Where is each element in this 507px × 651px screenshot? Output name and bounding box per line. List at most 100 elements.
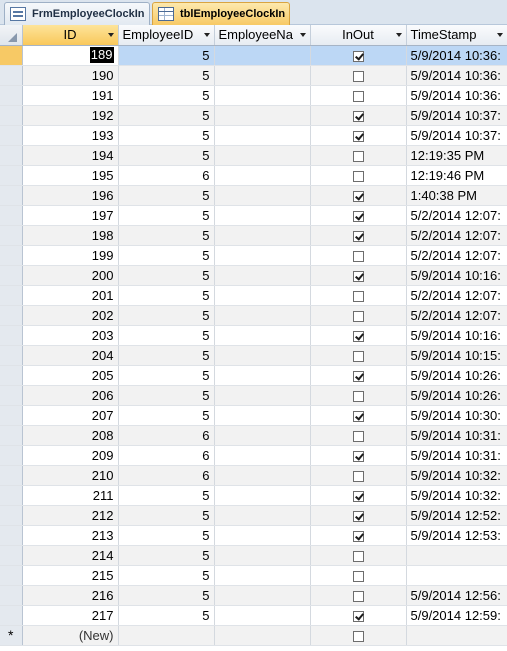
cell-employee-name[interactable] [214,285,311,306]
checkbox-unchecked[interactable] [352,310,364,322]
cell-employee-name[interactable] [214,385,311,406]
checkbox-unchecked[interactable] [352,430,364,442]
cell-id[interactable]: 207 [22,405,119,426]
cell-timestamp[interactable] [406,545,507,566]
cell-id[interactable]: 196 [22,185,119,206]
cell-employee-id[interactable]: 5 [118,305,215,326]
cell-timestamp[interactable]: 5/9/2014 12:56: [406,585,507,606]
cell-in-out[interactable] [310,505,407,526]
checkbox-unchecked[interactable] [352,290,364,302]
table-row[interactable]: 211 5 5/9/2014 10:32: [0,485,507,506]
cell-employee-id[interactable]: 5 [118,185,215,206]
cell-in-out[interactable] [310,205,407,226]
cell-id[interactable]: 193 [22,125,119,146]
checkbox-checked[interactable] [352,410,364,422]
record-selector[interactable] [0,285,23,306]
dropdown-arrow-icon[interactable] [496,33,503,37]
record-selector[interactable] [0,85,23,106]
cell-in-out[interactable] [310,65,407,86]
record-selector[interactable] [0,465,23,486]
record-selector[interactable] [0,145,23,166]
cell-in-out[interactable] [310,525,407,546]
cell-in-out[interactable] [310,605,407,626]
checkbox-unchecked[interactable] [352,630,364,642]
record-selector[interactable] [0,45,23,66]
cell-employee-id[interactable] [118,625,215,646]
record-selector[interactable] [0,485,23,506]
cell-timestamp[interactable]: 5/9/2014 10:37: [406,125,507,146]
record-selector[interactable] [0,445,23,466]
checkbox-checked[interactable] [352,110,364,122]
record-selector[interactable] [0,405,23,426]
cell-employee-name[interactable] [214,265,311,286]
cell-in-out[interactable] [310,585,407,606]
cell-employee-id[interactable]: 5 [118,105,215,126]
cell-timestamp[interactable]: 1:40:38 PM [406,185,507,206]
tab-tbl-employee-clock-in[interactable]: tblEmployeeClockIn [152,2,290,25]
table-row[interactable]: 192 5 5/9/2014 10:37: [0,105,507,126]
cell-in-out[interactable] [310,285,407,306]
cell-employee-name[interactable] [214,565,311,586]
cell-timestamp[interactable]: 5/9/2014 10:32: [406,465,507,486]
cell-id[interactable]: 192 [22,105,119,126]
cell-timestamp[interactable]: 5/2/2014 12:07: [406,205,507,226]
cell-employee-id[interactable]: 5 [118,85,215,106]
record-selector[interactable] [0,165,23,186]
cell-id[interactable]: 205 [22,365,119,386]
cell-employee-id[interactable]: 5 [118,585,215,606]
cell-id[interactable]: 198 [22,225,119,246]
cell-in-out[interactable] [310,405,407,426]
cell-employee-name[interactable] [214,65,311,86]
cell-employee-name[interactable] [214,145,311,166]
checkbox-checked[interactable] [352,50,364,62]
column-header-employee-id[interactable]: EmployeeID [118,25,215,46]
cell-employee-name[interactable] [214,205,311,226]
cell-timestamp[interactable]: 12:19:46 PM [406,165,507,186]
table-row[interactable]: 207 5 5/9/2014 10:30: [0,405,507,426]
checkbox-checked[interactable] [352,330,364,342]
cell-employee-name[interactable] [214,425,311,446]
record-selector[interactable] [0,185,23,206]
tab-frm-employee-clock-in[interactable]: FrmEmployeeClockIn [4,2,150,25]
cell-in-out[interactable] [310,265,407,286]
cell-timestamp[interactable]: 5/9/2014 10:32: [406,485,507,506]
cell-id-new[interactable]: (New) [22,625,119,646]
column-header-employee-name[interactable]: EmployeeNa [214,25,311,46]
cell-employee-name[interactable] [214,485,311,506]
cell-employee-name[interactable] [214,105,311,126]
record-selector[interactable] [0,385,23,406]
record-selector[interactable] [0,305,23,326]
cell-id[interactable]: 212 [22,505,119,526]
cell-employee-name[interactable] [214,165,311,186]
cell-in-out[interactable] [310,325,407,346]
cell-in-out[interactable] [310,385,407,406]
checkbox-checked[interactable] [352,230,364,242]
table-row[interactable]: 217 5 5/9/2014 12:59: [0,605,507,626]
checkbox-checked[interactable] [352,490,364,502]
record-selector[interactable] [0,345,23,366]
record-selector[interactable] [0,245,23,266]
cell-employee-name[interactable] [214,85,311,106]
cell-employee-name[interactable] [214,625,311,646]
table-row[interactable]: 210 6 5/9/2014 10:32: [0,465,507,486]
table-row[interactable]: 216 5 5/9/2014 12:56: [0,585,507,606]
checkbox-unchecked[interactable] [352,570,364,582]
cell-employee-id[interactable]: 5 [118,485,215,506]
cell-employee-name[interactable] [214,585,311,606]
cell-id[interactable]: 206 [22,385,119,406]
table-row[interactable]: 212 5 5/9/2014 12:52: [0,505,507,526]
cell-in-out[interactable] [310,545,407,566]
cell-employee-name[interactable] [214,245,311,266]
cell-timestamp[interactable]: 5/9/2014 10:30: [406,405,507,426]
checkbox-checked[interactable] [352,370,364,382]
record-selector[interactable] [0,545,23,566]
new-record-marker[interactable]: * [0,625,23,646]
table-row[interactable]: 215 5 [0,565,507,586]
record-selector[interactable] [0,65,23,86]
record-selector[interactable] [0,605,23,626]
cell-employee-id[interactable]: 5 [118,365,215,386]
checkbox-unchecked[interactable] [352,170,364,182]
cell-timestamp[interactable]: 5/2/2014 12:07: [406,305,507,326]
cell-timestamp[interactable]: 5/2/2014 12:07: [406,225,507,246]
cell-in-out[interactable] [310,245,407,266]
